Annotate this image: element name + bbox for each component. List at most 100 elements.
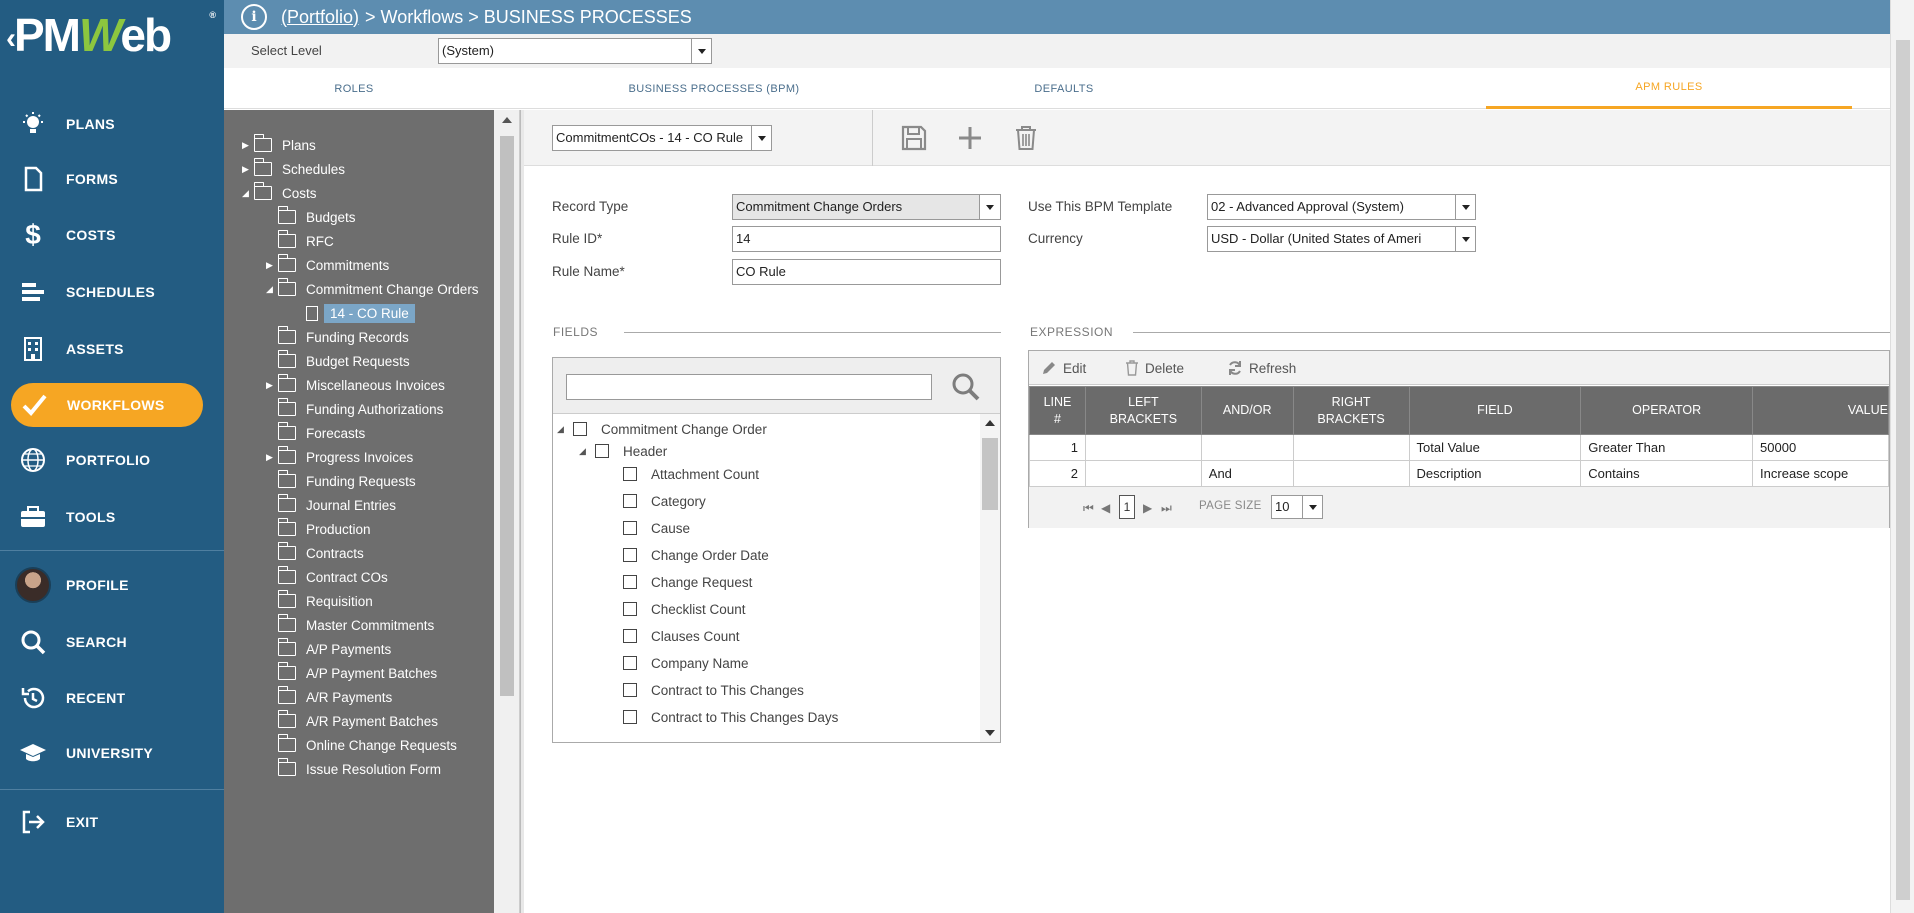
chevron-down-icon[interactable]: [1302, 496, 1322, 518]
tree-item[interactable]: Master Commitments: [277, 613, 434, 637]
field-tree-item[interactable]: Checklist Count: [623, 598, 746, 620]
breadcrumb-portfolio-link[interactable]: (Portfolio): [281, 7, 359, 28]
tree-item[interactable]: Funding Authorizations: [277, 397, 443, 421]
save-button[interactable]: [898, 122, 930, 154]
collapse-icon[interactable]: ◢: [557, 424, 573, 435]
delete-button[interactable]: [1010, 122, 1042, 154]
first-page-icon[interactable]: ⏮: [1083, 501, 1094, 516]
field-checkbox[interactable]: [623, 602, 637, 616]
table-row[interactable]: 2 And Description Contains Increase scop…: [1029, 460, 1889, 487]
field-tree-item[interactable]: Company Name: [623, 652, 749, 674]
tree-item[interactable]: ▶ Progress Invoices: [266, 445, 413, 469]
field-checkbox[interactable]: [623, 629, 637, 643]
field-checkbox[interactable]: [623, 548, 637, 562]
tree-item[interactable]: ◢ Costs: [242, 181, 317, 205]
expand-icon[interactable]: ▶: [242, 164, 254, 175]
panel-splitter[interactable]: [520, 110, 524, 913]
collapse-icon[interactable]: ◢: [266, 284, 278, 295]
col-header-field[interactable]: FIELD: [1408, 386, 1582, 435]
collapse-icon[interactable]: ◢: [579, 446, 595, 457]
field-checkbox[interactable]: [623, 494, 637, 508]
col-header-operator[interactable]: OPERATOR: [1580, 386, 1754, 435]
field-tree-item[interactable]: Contract to This Changes: [623, 679, 804, 701]
field-checkbox[interactable]: [595, 444, 609, 458]
nav-item-workflows[interactable]: WORKFLOWS: [11, 383, 203, 427]
field-checkbox[interactable]: [573, 422, 587, 436]
field-tree-item[interactable]: ◢ Commitment Change Order: [557, 418, 767, 440]
tree-item[interactable]: Requisition: [277, 589, 373, 613]
scroll-thumb[interactable]: [500, 136, 514, 696]
field-tree-item[interactable]: Change Order Date: [623, 544, 769, 566]
bpm-template-select[interactable]: 02 - Advanced Approval (System): [1207, 194, 1476, 220]
tree-item[interactable]: Issue Resolution Form: [277, 757, 441, 781]
scroll-thumb[interactable]: [1896, 40, 1910, 900]
chevron-down-icon[interactable]: [1455, 227, 1475, 251]
chevron-down-icon[interactable]: [980, 195, 1000, 219]
field-tree-item[interactable]: ◢ Header: [579, 440, 667, 462]
refresh-button[interactable]: Refresh: [1227, 358, 1296, 378]
tree-item[interactable]: ▶ Schedules: [242, 157, 345, 181]
rule-name-field[interactable]: CO Rule: [732, 259, 1001, 285]
fields-search-input[interactable]: [566, 374, 932, 400]
nav-item-assets[interactable]: ASSETS: [0, 327, 224, 371]
nav-item-costs[interactable]: $ COSTS: [0, 213, 224, 257]
expand-icon[interactable]: ▶: [266, 452, 278, 463]
expand-icon[interactable]: ▶: [242, 140, 254, 151]
record-type-select[interactable]: Commitment Change Orders: [732, 194, 1001, 220]
delete-expression-button[interactable]: Delete: [1125, 358, 1184, 378]
table-row[interactable]: 1 Total Value Greater Than 50000: [1029, 434, 1889, 461]
col-header-right-brackets[interactable]: RIGHT BRACKETS: [1292, 386, 1410, 435]
tree-item-selected[interactable]: 14 - CO Rule: [306, 301, 415, 325]
expand-icon[interactable]: ▶: [266, 260, 278, 271]
field-tree-item[interactable]: Cause: [623, 517, 690, 539]
last-page-icon[interactable]: ⏭: [1161, 501, 1172, 516]
nav-item-forms[interactable]: FORMS: [0, 157, 224, 201]
field-tree-item[interactable]: Change Request: [623, 571, 752, 593]
level-select[interactable]: (System): [438, 38, 712, 64]
next-page-icon[interactable]: ▶: [1143, 501, 1152, 515]
tree-item[interactable]: ▶ Miscellaneous Invoices: [266, 373, 445, 397]
col-header-line[interactable]: LINE #: [1029, 386, 1086, 435]
field-checkbox[interactable]: [623, 575, 637, 589]
tree-item[interactable]: Online Change Requests: [277, 733, 457, 757]
tree-item[interactable]: Budgets: [277, 205, 356, 229]
nav-item-portfolio[interactable]: PORTFOLIO: [0, 438, 224, 482]
collapse-icon[interactable]: ◢: [242, 188, 254, 199]
tab-apm-rules[interactable]: APM RULES: [1486, 68, 1852, 109]
field-checkbox[interactable]: [623, 683, 637, 697]
tree-item[interactable]: A/R Payment Batches: [277, 709, 438, 733]
field-checkbox[interactable]: [623, 467, 637, 481]
info-icon[interactable]: i: [241, 4, 267, 30]
col-header-and-or[interactable]: AND/OR: [1200, 386, 1294, 435]
chevron-down-icon[interactable]: [1455, 195, 1475, 219]
fields-scrollbar[interactable]: [980, 414, 1000, 742]
rule-select[interactable]: CommitmentCOs - 14 - CO Rule: [552, 125, 772, 151]
tree-item[interactable]: Contracts: [277, 541, 364, 565]
nav-item-exit[interactable]: EXIT: [0, 800, 224, 844]
scroll-up-icon[interactable]: [502, 117, 512, 123]
field-tree-item[interactable]: Contract to This Changes Days: [623, 706, 838, 728]
tree-item[interactable]: Journal Entries: [277, 493, 396, 517]
scroll-up-icon[interactable]: [985, 420, 995, 426]
search-icon[interactable]: [951, 372, 981, 405]
add-button[interactable]: [954, 122, 986, 154]
pmweb-logo[interactable]: ‹PMWeb ®: [6, 8, 216, 68]
nav-item-university[interactable]: UNIVERSITY: [0, 731, 224, 775]
col-header-left-brackets[interactable]: LEFT BRACKETS: [1084, 386, 1202, 435]
rule-id-field[interactable]: 14: [732, 226, 1001, 252]
field-tree-item[interactable]: Clauses Count: [623, 625, 740, 647]
field-checkbox[interactable]: [623, 656, 637, 670]
tree-item[interactable]: RFC: [277, 229, 334, 253]
nav-item-plans[interactable]: PLANS: [0, 102, 224, 146]
tab-business-processes[interactable]: BUSINESS PROCESSES (BPM): [584, 68, 844, 109]
page-size-select[interactable]: 10: [1271, 495, 1323, 519]
field-checkbox[interactable]: [623, 710, 637, 724]
tab-defaults[interactable]: DEFAULTS: [964, 68, 1164, 109]
tree-item[interactable]: Funding Records: [277, 325, 409, 349]
field-checkbox[interactable]: [623, 521, 637, 535]
tree-item[interactable]: ▶ Commitments: [266, 253, 389, 277]
chevron-down-icon[interactable]: [691, 39, 711, 63]
chevron-down-icon[interactable]: [751, 126, 771, 150]
scroll-thumb[interactable]: [982, 438, 998, 510]
tab-roles[interactable]: ROLES: [224, 68, 484, 109]
